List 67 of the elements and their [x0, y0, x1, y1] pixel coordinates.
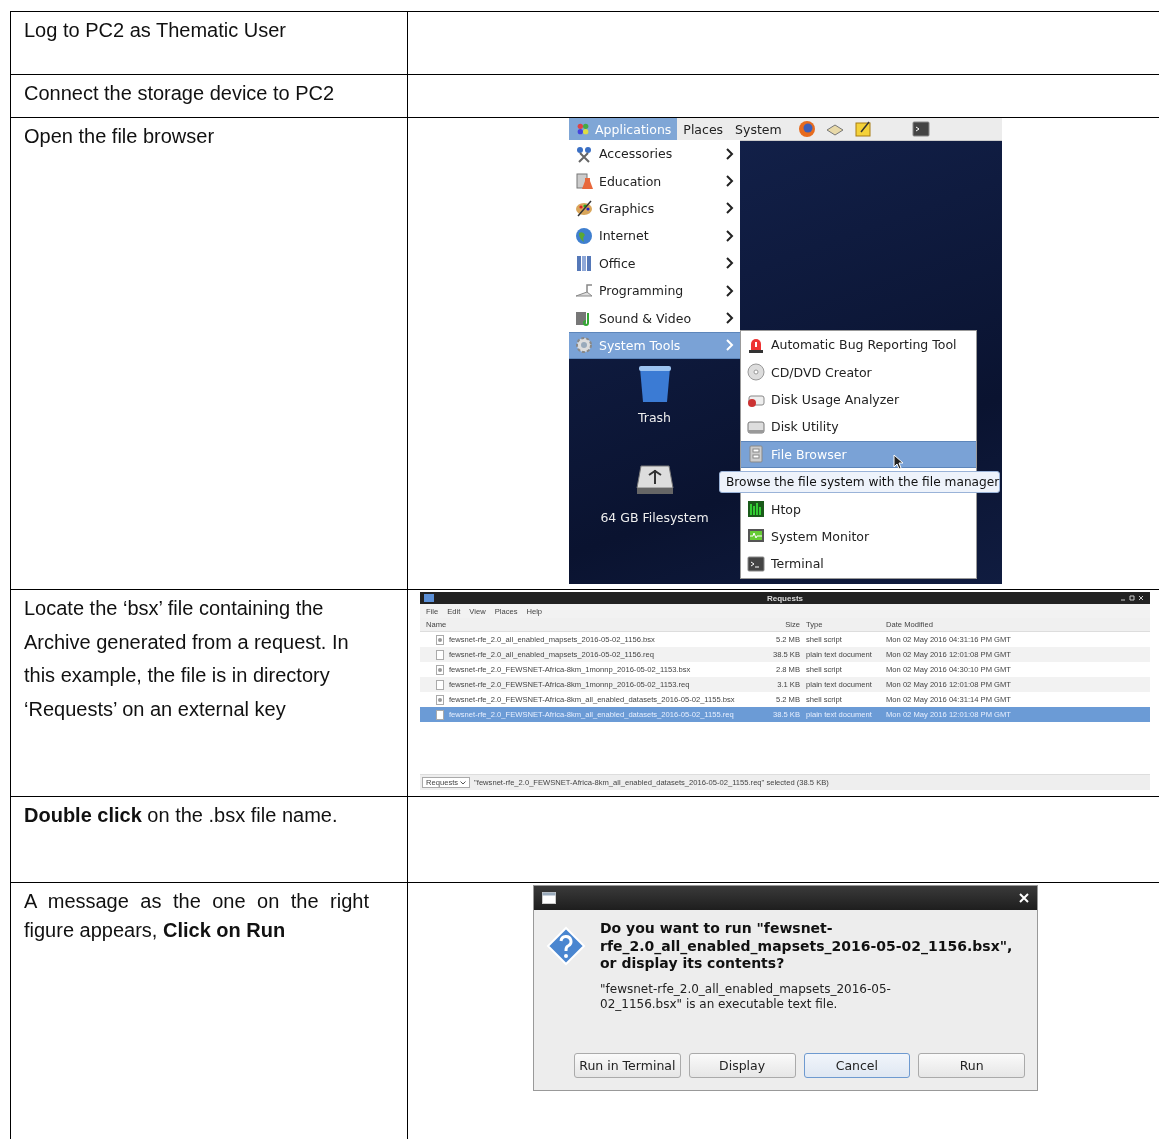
flask-icon — [575, 172, 593, 191]
menu-item[interactable]: Automatic Bug Reporting Tool — [741, 331, 976, 359]
desktop-icon-label[interactable]: Trash — [637, 410, 671, 425]
dialog-button[interactable]: Cancel — [803, 1053, 911, 1078]
instruction-text: Locate the ‘bsx’ file containing the Archive generated from a request. In this example, the file is in directory ‘Requests’ on an external key — [24, 596, 350, 722]
menu-item[interactable]: Office — [569, 249, 740, 277]
menu-item[interactable]: System Monitor — [741, 522, 976, 551]
instruction-text: Double click on the .bsx file name. — [24, 803, 339, 828]
chevron-icon — [726, 339, 734, 352]
mouse-pointer-icon — [893, 453, 903, 470]
chevron-icon — [726, 257, 734, 270]
disc-icon — [747, 363, 765, 382]
globe-icon[interactable] — [797, 120, 816, 138]
panel-menu[interactable]: System — [729, 118, 788, 140]
menu-item[interactable]: Education — [569, 167, 740, 195]
menu-item[interactable]: Disk Usage Analyzer — [741, 385, 976, 414]
gear-file-icon — [436, 634, 444, 645]
flower-icon — [575, 121, 591, 137]
chevron-icon — [726, 229, 734, 242]
window-controls-icon[interactable] — [1120, 595, 1144, 601]
text-file-icon — [436, 679, 444, 690]
gear-icon — [575, 336, 593, 355]
globe-icon — [575, 226, 593, 245]
question-icon — [546, 926, 586, 966]
chevron-icon — [726, 175, 734, 188]
instruction-text: Connect the storage device to PC2 — [24, 81, 336, 106]
binders-icon — [575, 254, 593, 273]
instruction-text: Open the file browser — [24, 124, 216, 149]
text-file-icon — [436, 649, 444, 660]
menu-item[interactable]: Sound & Video — [569, 304, 740, 332]
scissors-icon — [575, 144, 593, 163]
panel-menu[interactable]: Places — [677, 118, 730, 140]
desktop-icon-label[interactable]: 64 GB Filesystem — [600, 510, 709, 525]
dialog-button[interactable]: Run in Terminal — [574, 1053, 681, 1078]
palette-icon — [575, 199, 593, 218]
window-title: Requests — [767, 593, 803, 603]
dialog-message: "fewsnet-rfe_2.0_all_enabled_mapsets_2016-05-02_1156.bsx" is an executable text file. — [600, 981, 892, 1012]
terminal-icon[interactable] — [911, 120, 930, 138]
chevron-icon — [726, 312, 734, 325]
chevron-icon — [726, 284, 734, 297]
terminal-icon — [747, 554, 765, 573]
file-cabinet-icon — [747, 445, 765, 464]
menu-item[interactable]: Terminal — [741, 550, 976, 578]
menu-item[interactable]: Programming — [569, 276, 740, 305]
caret-icon — [460, 780, 467, 785]
instruction-text: A message as the one on the right figure appears, Click on Run — [24, 889, 369, 943]
tooltip: Browse the file system with the file manager — [719, 471, 1000, 493]
menu-item[interactable]: Disk Utility — [741, 413, 976, 441]
folder-icon — [424, 594, 434, 602]
notepad-icon[interactable] — [853, 120, 872, 138]
menu-item[interactable]: CD/DVD Creator — [741, 358, 976, 386]
window-icon — [542, 892, 556, 904]
dialog-button[interactable]: Run — [918, 1053, 1025, 1078]
gear-file-icon — [436, 664, 444, 675]
close-icon[interactable] — [1019, 893, 1029, 903]
gear-file-icon — [436, 694, 444, 705]
dialog-button[interactable]: Display — [688, 1053, 796, 1078]
text-file-icon — [436, 709, 444, 720]
menu-item[interactable]: Graphics — [569, 194, 740, 223]
instruction-text: Log to PC2 as Thematic User — [24, 18, 287, 43]
chevron-icon — [726, 202, 734, 215]
menu-item[interactable]: Internet — [569, 222, 740, 250]
bars-icon — [747, 500, 765, 519]
menu-item[interactable]: Accessories — [569, 140, 740, 168]
menu-item[interactable]: Htop — [741, 495, 976, 523]
dialog-question: Do you want to run "fewsnet-rfe_2.0_all_enabled_mapsets_2016-05-02_1156.bsx", or display its contents? — [600, 920, 1014, 973]
chevron-icon — [726, 147, 734, 160]
